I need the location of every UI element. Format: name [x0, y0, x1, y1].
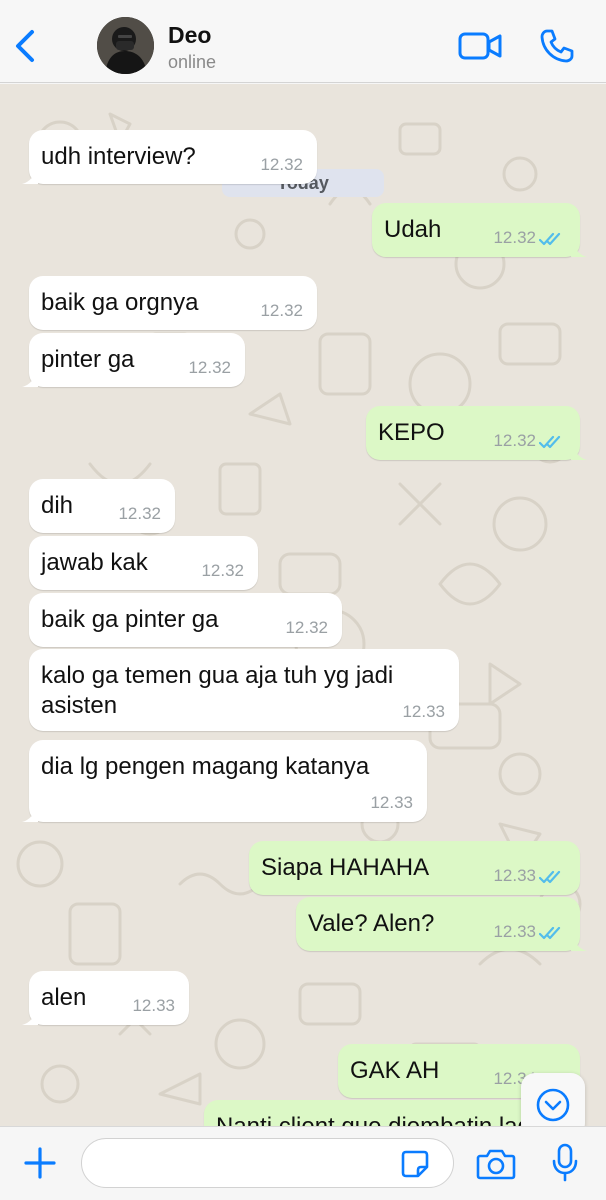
- chevron-down-circle-icon: [536, 1088, 570, 1122]
- message-time: 12.32: [493, 228, 536, 247]
- message-incoming[interactable]: alen 12.33: [22, 971, 189, 1025]
- message-time: 12.33: [493, 866, 536, 885]
- message-text: Siapa HAHAHA: [261, 854, 430, 881]
- message-time: 12.33: [402, 702, 445, 721]
- message-outgoing[interactable]: Udah 12.32: [372, 203, 587, 257]
- message-text: pinter ga: [41, 346, 135, 373]
- double-check-icon: [539, 232, 561, 246]
- message-time: 12.32: [260, 301, 303, 320]
- message-time: 12.33: [493, 922, 536, 941]
- message-input[interactable]: [81, 1138, 454, 1188]
- message-time: 12.32: [201, 561, 244, 580]
- message-incoming[interactable]: pinter ga 12.32: [22, 333, 245, 387]
- message-text: udh interview?: [41, 143, 196, 170]
- chat-header: Deo online: [0, 0, 606, 83]
- plus-icon: [24, 1147, 56, 1179]
- message-text: dih: [41, 492, 74, 519]
- attach-button[interactable]: [22, 1145, 58, 1181]
- message-text: kalo ga temen gua aja tuh yg jadi asiste…: [41, 662, 394, 719]
- message-outgoing[interactable]: Vale? Alen? 12.33: [296, 897, 587, 951]
- message-text: baik ga pinter ga: [41, 606, 219, 633]
- video-camera-icon: [458, 32, 502, 60]
- camera-button[interactable]: [476, 1147, 516, 1181]
- message-text: baik ga orgnya: [41, 289, 199, 316]
- message-incoming[interactable]: dia lg pengen magang katanya 12.33: [22, 740, 427, 822]
- message-time: 12.32: [118, 504, 161, 523]
- microphone-icon: [552, 1143, 578, 1182]
- message-outgoing[interactable]: Siapa HAHAHA 12.33: [249, 841, 580, 895]
- message-incoming[interactable]: kalo ga temen gua aja tuh yg jadi asiste…: [29, 649, 459, 731]
- double-check-icon: [539, 870, 561, 884]
- contact-status: online: [168, 52, 217, 72]
- double-check-icon: [539, 926, 561, 940]
- message-text: Udah: [384, 216, 442, 243]
- voice-message-button[interactable]: [550, 1143, 580, 1183]
- message-incoming[interactable]: jawab kak 12.32: [29, 536, 258, 590]
- phone-icon: [540, 29, 574, 63]
- sticker-icon: [401, 1150, 429, 1178]
- camera-icon: [476, 1149, 516, 1180]
- scroll-to-bottom-button[interactable]: [521, 1073, 585, 1126]
- chat-area[interactable]: Today udh interview? 12.32 Udah 12.32 ba…: [0, 84, 606, 1126]
- contact-name[interactable]: Deo: [168, 22, 211, 49]
- message-incoming[interactable]: dih 12.32: [29, 479, 175, 533]
- voice-call-button[interactable]: [538, 27, 576, 65]
- message-time: 12.32: [493, 431, 536, 450]
- double-check-icon: [539, 435, 561, 449]
- message-time: 12.33: [370, 793, 413, 812]
- message-text: dia lg pengen magang katanya: [41, 753, 370, 780]
- message-incoming[interactable]: udh interview? 12.32: [22, 130, 317, 184]
- message-outgoing[interactable]: KEPO 12.32: [366, 406, 587, 460]
- message-time: 12.32: [260, 155, 303, 174]
- chevron-left-icon: [16, 30, 34, 62]
- message-incoming[interactable]: baik ga pinter ga 12.32: [29, 593, 342, 647]
- back-button[interactable]: [10, 26, 40, 66]
- message-text: Nanti client gue diembatin lagi: [216, 1112, 536, 1126]
- message-time: 12.33: [132, 996, 175, 1015]
- message-text: KEPO: [378, 419, 445, 446]
- message-text: GAK AH: [350, 1057, 440, 1084]
- message-composer: [0, 1126, 606, 1200]
- message-text: alen: [41, 984, 87, 1011]
- message-text: jawab kak: [41, 549, 148, 576]
- message-time: 12.32: [285, 618, 328, 637]
- video-call-button[interactable]: [458, 30, 504, 62]
- avatar[interactable]: [97, 17, 154, 74]
- message-incoming[interactable]: baik ga orgnya 12.32: [29, 276, 317, 330]
- message-text: Vale? Alen?: [308, 910, 435, 937]
- message-time: 12.32: [188, 358, 231, 377]
- sticker-button[interactable]: [400, 1149, 430, 1179]
